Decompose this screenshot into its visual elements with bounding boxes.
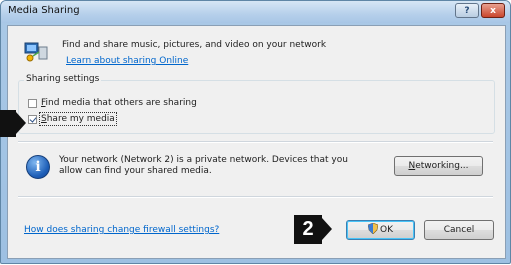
media-sharing-dialog: Media Sharing ? x Find and share music, …: [0, 0, 511, 264]
find-media-option[interactable]: Find media that others are sharing: [28, 98, 197, 108]
intro-text: Find and share music, pictures, and vide…: [62, 40, 327, 50]
share-my-media-label: Share my media: [39, 112, 117, 126]
find-media-label: Find media that others are sharing: [41, 98, 197, 108]
dialog-content: Find and share music, pictures, and vide…: [7, 25, 506, 259]
help-button[interactable]: ?: [455, 3, 479, 18]
media-network-icon: [24, 42, 48, 62]
step-2-callout: 2: [294, 215, 322, 244]
ok-label: OK: [380, 225, 393, 235]
step-2-callout-arrow: [322, 218, 332, 240]
ok-button[interactable]: OK: [346, 220, 415, 240]
sharing-settings-label: Sharing settings: [24, 74, 102, 84]
uac-shield-icon: [368, 223, 378, 234]
divider: [18, 196, 493, 198]
share-my-media-option[interactable]: Share my media: [28, 112, 117, 126]
find-media-checkbox[interactable]: [28, 98, 37, 108]
networking-button[interactable]: Networking...: [394, 156, 483, 176]
info-icon: i: [26, 155, 50, 179]
divider: [18, 141, 493, 143]
step-callout-arrow: [16, 112, 26, 134]
window-title: Media Sharing: [8, 5, 80, 16]
network-info-text: Your network (Network 2) is a private ne…: [59, 155, 348, 176]
cancel-button[interactable]: Cancel: [424, 220, 494, 240]
firewall-help-link[interactable]: How does sharing change firewall setting…: [24, 225, 219, 235]
close-button[interactable]: x: [481, 3, 505, 18]
title-bar[interactable]: Media Sharing ? x: [1, 1, 510, 23]
share-my-media-checkbox[interactable]: [28, 114, 37, 124]
learn-sharing-link[interactable]: Learn about sharing Online: [66, 56, 188, 66]
step-callout-marker: [0, 110, 16, 137]
